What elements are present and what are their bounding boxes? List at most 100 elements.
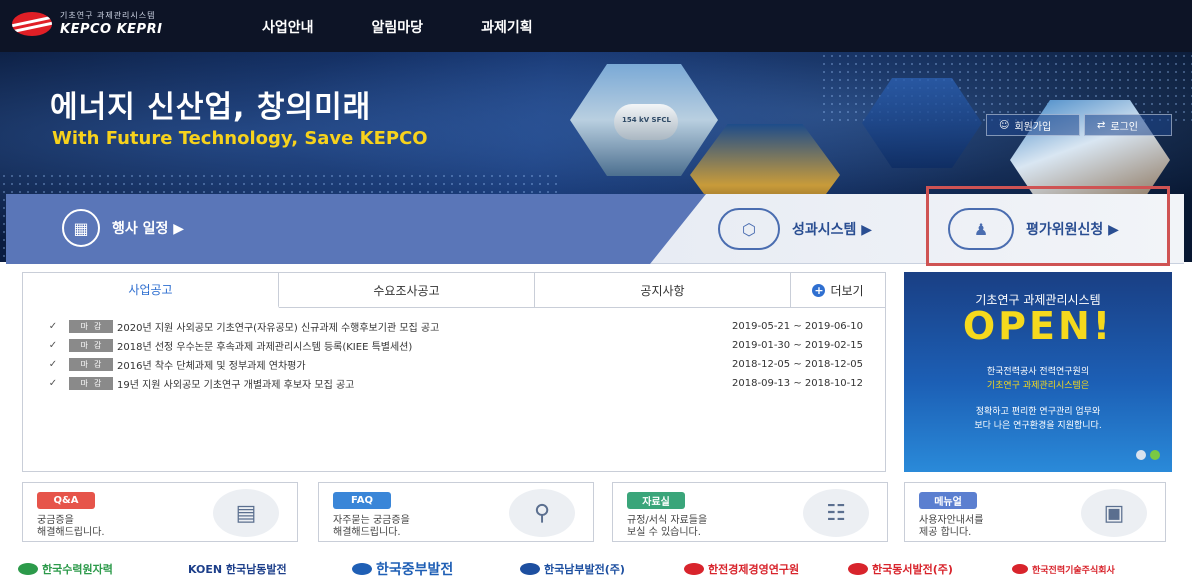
event-schedule-link[interactable]: ▦ 행사 일정 ▶ [62, 209, 184, 247]
card-desc-line: 자주묻는 궁금증을 [333, 515, 410, 526]
partner-name: 한국수력원자력 [42, 563, 113, 576]
archive-tag: 자료실 [627, 492, 685, 509]
manual-card[interactable]: 메뉴얼 사용자안내서를 제공 합니다. ▣ [904, 482, 1166, 542]
qna-tag: Q&A [37, 492, 95, 509]
partner-ewp[interactable]: 한국동서발전(주) [848, 561, 953, 577]
logo-wordmark: KEPCO KEPRI [60, 22, 163, 37]
qna-card[interactable]: Q&A 궁금증을 해결해드립니다. ▤ [22, 482, 298, 542]
kospo-logo-icon [520, 563, 540, 575]
plus-icon: + [812, 283, 826, 297]
closed-badge: 마감 [69, 358, 113, 371]
kepco-enc-logo-icon [1012, 564, 1028, 574]
hero-title: 에너지 신산업, 창의미래 [50, 90, 372, 125]
komipo-logo-icon [352, 563, 372, 575]
pin-icon: ✓ [48, 340, 58, 351]
notice-panel: 사업공고 수요조사공고 공지사항 + 더보기 ✓ 마감 2020년 지원 사외공… [22, 272, 886, 472]
closed-badge: 마감 [69, 377, 113, 390]
signup-button[interactable]: ☺ 회원가입 [986, 114, 1080, 136]
manual-monitor-icon: ▣ [1081, 489, 1147, 537]
partner-name: 한국동서발전(주) [872, 563, 953, 576]
notice-row[interactable]: ✓ 마감 2018년 선정 우수논문 후속과제 과제관리시스템 등록(KIEE … [23, 336, 885, 355]
archive-card[interactable]: 자료실 규정/서식 자료들을 보실 수 있습니다. ☷ [612, 482, 888, 542]
logo-subtitle: 기초연구 과제관리시스템 [60, 11, 156, 20]
partner-komipo[interactable]: 한국중부발전 [352, 559, 453, 579]
promo-line: 정확하고 편리한 연구관리 업무와 [975, 407, 1101, 417]
partner-kepco-research[interactable]: 한전경제경영연구원 [684, 561, 799, 577]
card-desc-line: 해결해드립니다. [333, 527, 401, 538]
notice-tabs: 사업공고 수요조사공고 공지사항 + 더보기 [23, 273, 885, 308]
notice-list: ✓ 마감 2020년 지원 사외공모 기초연구(자유공모) 신규과제 수행후보기… [23, 308, 885, 393]
partner-kepco-enc[interactable]: 한국전력기술주식회사 [1012, 563, 1115, 576]
promo-dot[interactable] [1136, 450, 1146, 460]
notice-row[interactable]: ✓ 마감 2020년 지원 사외공모 기초연구(자유공모) 신규과제 수행후보기… [23, 317, 885, 336]
notice-title: 2018년 선정 우수논문 후속과제 과제관리시스템 등록(KIEE 특별세션) [117, 342, 413, 353]
promo-line: 한국전력공사 전력연구원의 [986, 367, 1090, 377]
notice-date: 2019-01-30 ~ 2019-02-15 [732, 340, 863, 351]
promo-line: 기초연구 과제관리시스템은 [986, 381, 1090, 391]
open-promo-banner[interactable]: 기초연구 과제관리시스템 OPEN! 한국전력공사 전력연구원의 기초연구 과제… [904, 272, 1172, 472]
performance-system-label: 성과시스템 ▶ [792, 222, 873, 238]
login-button[interactable]: ⇄ 로그인 [1084, 114, 1172, 136]
menu-item-project-planning[interactable]: 과제기획 [481, 17, 533, 37]
notice-date: 2018-12-05 ~ 2018-12-05 [732, 359, 863, 370]
menu-item-notice-board[interactable]: 알림마당 [372, 17, 424, 37]
card-desc-line: 사용자안내서를 [919, 515, 984, 526]
pin-icon: ✓ [48, 359, 58, 370]
event-schedule-label: 행사 일정 ▶ [112, 221, 185, 237]
faq-tag: FAQ [333, 492, 391, 509]
partner-logo-bar: 한국수력원자력 KOEN 한국남동발전 한국중부발전 한국남부발전(주) 한전경… [0, 554, 1192, 584]
closed-badge: 마감 [69, 320, 113, 333]
faq-magnifier-icon: ⚲ [509, 489, 575, 537]
shuffle-icon: ⇄ [1097, 119, 1106, 131]
login-label: 로그인 [1110, 121, 1138, 133]
hero-photo-label: 154 kV SFCL [622, 116, 671, 124]
partner-name: KOEN 한국남동발전 [188, 563, 287, 576]
faq-card[interactable]: FAQ 자주묻는 궁금증을 해결해드립니다. ⚲ [318, 482, 594, 542]
hero-subtitle: With Future Technology, Save KEPCO [52, 128, 428, 149]
tab-announcements[interactable]: 공지사항 [535, 273, 791, 307]
highlight-box [926, 186, 1170, 266]
notice-date: 2019-05-21 ~ 2019-06-10 [732, 321, 863, 332]
card-desc-line: 규정/서식 자료들을 [627, 515, 708, 526]
user-icon: ☺ [999, 119, 1010, 131]
main-menu: 사업안내 알림마당 과제기획 [262, 17, 533, 37]
partner-name: 한전경제경영연구원 [708, 563, 800, 576]
tab-demand-survey[interactable]: 수요조사공고 [279, 273, 535, 307]
performance-system-link[interactable]: ⬡ 성과시스템 ▶ [718, 208, 872, 250]
card-desc-line: 제공 합니다. [919, 527, 972, 538]
partner-name: 한국전력기술주식회사 [1032, 565, 1115, 576]
notice-date: 2018-09-13 ~ 2018-10-12 [732, 378, 863, 389]
partner-koen[interactable]: KOEN 한국남동발전 [188, 561, 287, 577]
card-desc-line: 궁금증을 [37, 515, 74, 526]
menu-item-business-info[interactable]: 사업안내 [262, 17, 314, 37]
ewp-logo-icon [848, 563, 868, 575]
more-label: 더보기 [830, 283, 864, 298]
closed-badge: 마감 [69, 339, 113, 352]
khnp-logo-icon [18, 563, 38, 575]
tab-business-notice[interactable]: 사업공고 [23, 273, 279, 308]
notice-row[interactable]: ✓ 마감 19년 지원 사외공모 기초연구 개별과제 후보자 모집 공고 201… [23, 374, 885, 393]
qna-document-icon: ▤ [213, 489, 279, 537]
hexagon-icon: ⬡ [718, 208, 780, 250]
promo-dot-active[interactable] [1150, 450, 1160, 460]
kepco-logo-icon [684, 563, 704, 575]
promo-line: 보다 나은 연구환경을 지원합니다. [974, 421, 1102, 431]
notice-title: 2016년 착수 단체과제 및 정부과제 연차평가 [117, 361, 306, 372]
calendar-icon: ▦ [62, 209, 100, 247]
partner-name: 한국남부발전(주) [544, 563, 625, 576]
promo-headline: OPEN! [962, 304, 1114, 348]
pin-icon: ✓ [48, 378, 58, 389]
kepco-kepri-logo[interactable]: 기초연구 과제관리시스템 KEPCO KEPRI [12, 12, 162, 36]
card-desc-line: 보실 수 있습니다. [627, 527, 701, 538]
partner-kospo[interactable]: 한국남부발전(주) [520, 561, 625, 577]
notice-title: 19년 지원 사외공모 기초연구 개별과제 후보자 모집 공고 [117, 380, 355, 391]
signup-label: 회원가입 [1014, 121, 1052, 133]
more-link[interactable]: + 더보기 [791, 273, 885, 307]
top-navigation: 기초연구 과제관리시스템 KEPCO KEPRI 사업안내 알림마당 과제기획 [0, 0, 1192, 52]
partner-khnp[interactable]: 한국수력원자력 [18, 561, 113, 577]
notice-row[interactable]: ✓ 마감 2016년 착수 단체과제 및 정부과제 연차평가 2018-12-0… [23, 355, 885, 374]
kepco-logo-mark-icon [12, 12, 52, 36]
card-desc-line: 해결해드립니다. [37, 527, 105, 538]
manual-tag: 메뉴얼 [919, 492, 977, 509]
partner-name: 한국중부발전 [376, 562, 454, 578]
